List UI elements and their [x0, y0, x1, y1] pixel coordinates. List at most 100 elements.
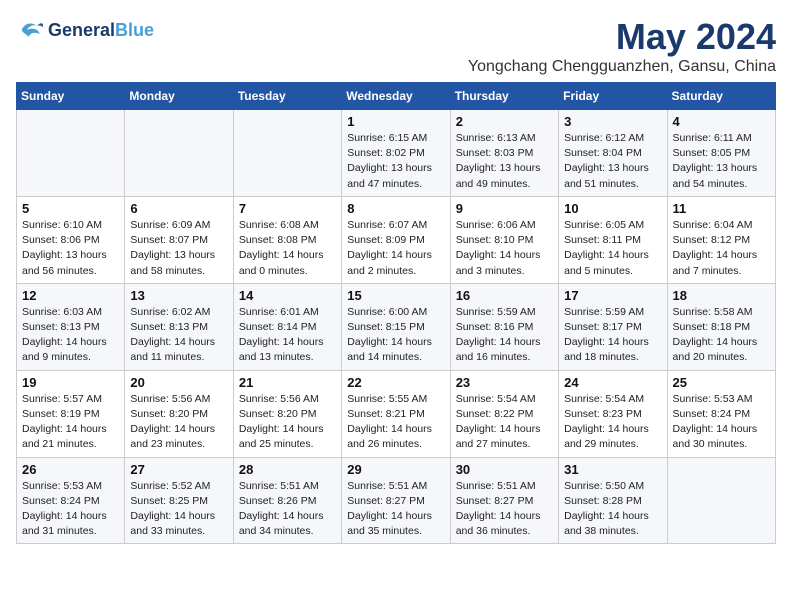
day-info: Sunrise: 6:03 AMSunset: 8:13 PMDaylight:… — [22, 305, 119, 366]
calendar-week-row: 12 Sunrise: 6:03 AMSunset: 8:13 PMDayligh… — [17, 283, 776, 370]
day-number: 19 — [22, 375, 119, 390]
day-number: 31 — [564, 462, 661, 477]
day-info: Sunrise: 5:55 AMSunset: 8:21 PMDaylight:… — [347, 392, 444, 453]
day-info: Sunrise: 5:53 AMSunset: 8:24 PMDaylight:… — [22, 479, 119, 540]
day-number: 5 — [22, 201, 119, 216]
day-info: Sunrise: 5:56 AMSunset: 8:20 PMDaylight:… — [130, 392, 227, 453]
day-info: Sunrise: 6:15 AMSunset: 8:02 PMDaylight:… — [347, 131, 444, 192]
day-info: Sunrise: 6:10 AMSunset: 8:06 PMDaylight:… — [22, 218, 119, 279]
day-info: Sunrise: 5:57 AMSunset: 8:19 PMDaylight:… — [22, 392, 119, 453]
day-info: Sunrise: 6:09 AMSunset: 8:07 PMDaylight:… — [130, 218, 227, 279]
calendar-cell: 5 Sunrise: 6:10 AMSunset: 8:06 PMDaylight… — [17, 196, 125, 283]
day-info: Sunrise: 6:01 AMSunset: 8:14 PMDaylight:… — [239, 305, 336, 366]
page-header: General Blue May 2024 Yongchang Chenggua… — [16, 16, 776, 76]
day-info: Sunrise: 5:59 AMSunset: 8:17 PMDaylight:… — [564, 305, 661, 366]
calendar-weekday-sunday: Sunday — [17, 83, 125, 110]
day-number: 30 — [456, 462, 553, 477]
day-number: 4 — [673, 114, 770, 129]
day-number: 11 — [673, 201, 770, 216]
calendar-cell: 9 Sunrise: 6:06 AMSunset: 8:10 PMDaylight… — [450, 196, 558, 283]
calendar-weekday-friday: Friday — [559, 83, 667, 110]
day-number: 24 — [564, 375, 661, 390]
calendar-cell: 20Sunrise: 5:56 AMSunset: 8:20 PMDayligh… — [125, 370, 233, 457]
day-number: 23 — [456, 375, 553, 390]
day-info: Sunrise: 6:07 AMSunset: 8:09 PMDaylight:… — [347, 218, 444, 279]
day-number: 12 — [22, 288, 119, 303]
calendar-cell: 19 Sunrise: 5:57 AMSunset: 8:19 PMDayligh… — [17, 370, 125, 457]
calendar-cell: 15 Sunrise: 6:00 AMSunset: 8:15 PMDayligh… — [342, 283, 450, 370]
calendar-cell: 31Sunrise: 5:50 AMSunset: 8:28 PMDayligh… — [559, 457, 667, 544]
calendar-cell: 10 Sunrise: 6:05 AMSunset: 8:11 PMDayligh… — [559, 196, 667, 283]
day-number: 7 — [239, 201, 336, 216]
day-info: Sunrise: 6:00 AMSunset: 8:15 PMDaylight:… — [347, 305, 444, 366]
calendar-subtitle: Yongchang Chengguanzhen, Gansu, China — [468, 58, 776, 76]
day-number: 21 — [239, 375, 336, 390]
day-info: Sunrise: 6:04 AMSunset: 8:12 PMDaylight:… — [673, 218, 770, 279]
calendar-cell: 4Sunrise: 6:11 AMSunset: 8:05 PMDaylight… — [667, 110, 775, 197]
day-info: Sunrise: 6:02 AMSunset: 8:13 PMDaylight:… — [130, 305, 227, 366]
calendar-weekday-saturday: Saturday — [667, 83, 775, 110]
calendar-cell: 13 Sunrise: 6:02 AMSunset: 8:13 PMDayligh… — [125, 283, 233, 370]
day-info: Sunrise: 5:58 AMSunset: 8:18 PMDaylight:… — [673, 305, 770, 366]
calendar-cell: 11 Sunrise: 6:04 AMSunset: 8:12 PMDayligh… — [667, 196, 775, 283]
logo-general: General — [48, 20, 115, 41]
day-number: 17 — [564, 288, 661, 303]
calendar-cell: 1 Sunrise: 6:15 AMSunset: 8:02 PMDaylight… — [342, 110, 450, 197]
logo: General Blue — [16, 16, 154, 44]
day-number: 22 — [347, 375, 444, 390]
day-number: 13 — [130, 288, 227, 303]
day-info: Sunrise: 5:59 AMSunset: 8:16 PMDaylight:… — [456, 305, 553, 366]
calendar-weekday-thursday: Thursday — [450, 83, 558, 110]
day-number: 18 — [673, 288, 770, 303]
calendar-cell: 17 Sunrise: 5:59 AMSunset: 8:17 PMDayligh… — [559, 283, 667, 370]
calendar-cell — [667, 457, 775, 544]
calendar-cell: 29Sunrise: 5:51 AMSunset: 8:27 PMDayligh… — [342, 457, 450, 544]
calendar-cell: 26 Sunrise: 5:53 AMSunset: 8:24 PMDayligh… — [17, 457, 125, 544]
calendar-cell: 6 Sunrise: 6:09 AMSunset: 8:07 PMDaylight… — [125, 196, 233, 283]
day-info: Sunrise: 5:54 AMSunset: 8:23 PMDaylight:… — [564, 392, 661, 453]
day-info: Sunrise: 6:05 AMSunset: 8:11 PMDaylight:… — [564, 218, 661, 279]
day-number: 3 — [564, 114, 661, 129]
day-info: Sunrise: 6:12 AMSunset: 8:04 PMDaylight:… — [564, 131, 661, 192]
day-number: 15 — [347, 288, 444, 303]
day-number: 1 — [347, 114, 444, 129]
calendar-weekday-monday: Monday — [125, 83, 233, 110]
logo-blue: Blue — [115, 20, 154, 41]
calendar-cell — [125, 110, 233, 197]
calendar-week-row: 26 Sunrise: 5:53 AMSunset: 8:24 PMDayligh… — [17, 457, 776, 544]
day-info: Sunrise: 5:53 AMSunset: 8:24 PMDaylight:… — [673, 392, 770, 453]
calendar-cell: 23Sunrise: 5:54 AMSunset: 8:22 PMDayligh… — [450, 370, 558, 457]
day-info: Sunrise: 6:06 AMSunset: 8:10 PMDaylight:… — [456, 218, 553, 279]
day-number: 25 — [673, 375, 770, 390]
calendar-cell: 25 Sunrise: 5:53 AMSunset: 8:24 PMDayligh… — [667, 370, 775, 457]
day-number: 10 — [564, 201, 661, 216]
day-number: 6 — [130, 201, 227, 216]
day-info: Sunrise: 5:52 AMSunset: 8:25 PMDaylight:… — [130, 479, 227, 540]
calendar-cell — [17, 110, 125, 197]
bird-icon — [16, 16, 44, 44]
calendar-cell: 14 Sunrise: 6:01 AMSunset: 8:14 PMDayligh… — [233, 283, 341, 370]
calendar-cell: 27Sunrise: 5:52 AMSunset: 8:25 PMDayligh… — [125, 457, 233, 544]
calendar-title: May 2024 — [468, 16, 776, 58]
calendar-cell: 7 Sunrise: 6:08 AMSunset: 8:08 PMDaylight… — [233, 196, 341, 283]
calendar-cell: 21 Sunrise: 5:56 AMSunset: 8:20 PMDayligh… — [233, 370, 341, 457]
calendar-cell: 22 Sunrise: 5:55 AMSunset: 8:21 PMDayligh… — [342, 370, 450, 457]
calendar-table: SundayMondayTuesdayWednesdayThursdayFrid… — [16, 82, 776, 544]
day-number: 14 — [239, 288, 336, 303]
calendar-week-row: 1 Sunrise: 6:15 AMSunset: 8:02 PMDaylight… — [17, 110, 776, 197]
day-info: Sunrise: 5:56 AMSunset: 8:20 PMDaylight:… — [239, 392, 336, 453]
day-number: 2 — [456, 114, 553, 129]
day-number: 29 — [347, 462, 444, 477]
day-info: Sunrise: 5:51 AMSunset: 8:26 PMDaylight:… — [239, 479, 336, 540]
calendar-cell: 12 Sunrise: 6:03 AMSunset: 8:13 PMDayligh… — [17, 283, 125, 370]
day-number: 28 — [239, 462, 336, 477]
day-number: 16 — [456, 288, 553, 303]
day-number: 26 — [22, 462, 119, 477]
calendar-cell: 2Sunrise: 6:13 AMSunset: 8:03 PMDaylight… — [450, 110, 558, 197]
calendar-week-row: 5 Sunrise: 6:10 AMSunset: 8:06 PMDaylight… — [17, 196, 776, 283]
day-info: Sunrise: 6:08 AMSunset: 8:08 PMDaylight:… — [239, 218, 336, 279]
calendar-header-row: SundayMondayTuesdayWednesdayThursdayFrid… — [17, 83, 776, 110]
day-number: 9 — [456, 201, 553, 216]
calendar-cell: 24 Sunrise: 5:54 AMSunset: 8:23 PMDayligh… — [559, 370, 667, 457]
calendar-cell: 3 Sunrise: 6:12 AMSunset: 8:04 PMDaylight… — [559, 110, 667, 197]
